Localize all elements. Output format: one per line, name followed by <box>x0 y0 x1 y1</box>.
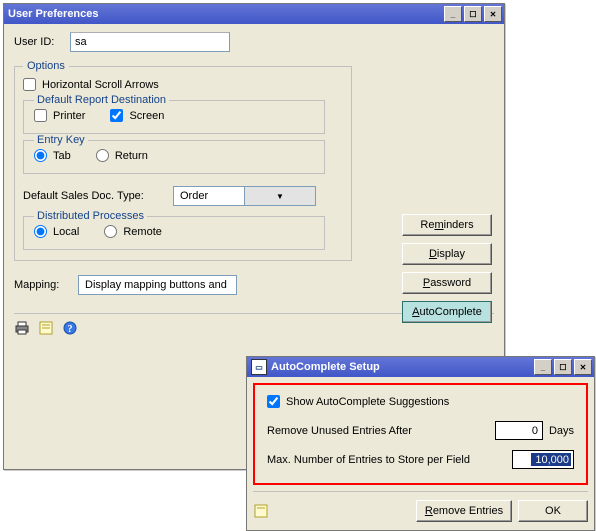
remote-radio-input[interactable] <box>104 225 117 238</box>
reminders-button[interactable]: Reminders <box>402 214 492 236</box>
return-radio-input[interactable] <box>96 149 109 162</box>
sales-doc-label: Default Sales Doc. Type: <box>23 190 173 202</box>
max-entries-field[interactable] <box>512 450 574 469</box>
window-icon: ▭ <box>251 359 267 375</box>
minimize-icon[interactable]: _ <box>534 359 552 375</box>
user-id-field[interactable] <box>70 32 230 52</box>
titlebar-autocomplete[interactable]: ▭ AutoComplete Setup _ ☐ ✕ <box>247 357 594 377</box>
local-label: Local <box>53 226 79 238</box>
side-button-column: Reminders Display Password AutoComplete <box>402 214 492 323</box>
printer-checkbox[interactable]: Printer <box>34 109 85 122</box>
sales-doc-value: Order <box>174 190 244 202</box>
entry-key-legend: Entry Key <box>34 134 88 146</box>
remote-radio[interactable]: Remote <box>104 225 162 238</box>
screen-label: Screen <box>129 110 164 122</box>
show-suggestions-input[interactable] <box>267 395 280 408</box>
titlebar-user-preferences[interactable]: User Preferences _ ☐ ✕ <box>4 4 504 24</box>
max-entries-label: Max. Number of Entries to Store per Fiel… <box>267 454 512 466</box>
window-title: User Preferences <box>8 8 442 20</box>
show-suggestions-label: Show AutoComplete Suggestions <box>286 396 449 408</box>
close-icon[interactable]: ✕ <box>484 6 502 22</box>
local-radio-input[interactable] <box>34 225 47 238</box>
sales-doc-combo[interactable]: Order ▼ <box>173 186 316 206</box>
ok-button[interactable]: OK <box>518 500 588 522</box>
options-legend: Options <box>23 60 69 72</box>
tab-label: Tab <box>53 150 71 162</box>
autocomplete-button[interactable]: AutoComplete <box>402 301 492 323</box>
remove-entries-button[interactable]: Remove Entries <box>416 500 512 522</box>
minimize-icon[interactable]: _ <box>444 6 462 22</box>
screen-input[interactable] <box>110 109 123 122</box>
note-icon[interactable] <box>253 503 269 519</box>
mapping-label: Mapping: <box>14 279 78 291</box>
autocomplete-setup-window: ▭ AutoComplete Setup _ ☐ ✕ Show AutoComp… <box>246 356 595 531</box>
print-icon[interactable] <box>14 320 30 336</box>
mapping-value: Display mapping buttons and <box>79 279 236 291</box>
tab-radio-input[interactable] <box>34 149 47 162</box>
horizontal-scroll-input[interactable] <box>23 78 36 91</box>
printer-label: Printer <box>53 110 85 122</box>
remote-label: Remote <box>123 226 162 238</box>
screen-checkbox[interactable]: Screen <box>110 109 164 122</box>
maximize-icon[interactable]: ☐ <box>554 359 572 375</box>
days-unit: Days <box>549 425 574 437</box>
chevron-down-icon[interactable]: ▼ <box>244 187 315 205</box>
svg-text:?: ? <box>68 324 73 335</box>
user-id-label: User ID: <box>14 36 70 48</box>
horizontal-scroll-checkbox[interactable]: Horizontal Scroll Arrows <box>23 78 159 91</box>
return-label: Return <box>115 150 148 162</box>
client-area: User ID: Options Horizontal Scroll Arrow… <box>4 24 504 344</box>
display-button[interactable]: Display <box>402 243 492 265</box>
tab-radio[interactable]: Tab <box>34 149 71 162</box>
autocomplete-highlight-box: Show AutoComplete Suggestions Remove Unu… <box>253 383 588 485</box>
remove-after-label: Remove Unused Entries After <box>267 425 495 437</box>
return-radio[interactable]: Return <box>96 149 148 162</box>
help-icon[interactable]: ? <box>62 320 78 336</box>
report-dest-legend: Default Report Destination <box>34 94 169 106</box>
mapping-combo[interactable]: Display mapping buttons and <box>78 275 237 295</box>
show-suggestions-checkbox[interactable]: Show AutoComplete Suggestions <box>267 395 449 408</box>
printer-input[interactable] <box>34 109 47 122</box>
local-radio[interactable]: Local <box>34 225 79 238</box>
remove-after-field[interactable] <box>495 421 543 440</box>
note-icon[interactable] <box>38 320 54 336</box>
window-title-autocomplete: AutoComplete Setup <box>271 361 532 373</box>
maximize-icon[interactable]: ☐ <box>464 6 482 22</box>
horizontal-scroll-label: Horizontal Scroll Arrows <box>42 79 159 91</box>
dist-proc-legend: Distributed Processes <box>34 210 147 222</box>
close-icon[interactable]: ✕ <box>574 359 592 375</box>
password-button[interactable]: Password <box>402 272 492 294</box>
